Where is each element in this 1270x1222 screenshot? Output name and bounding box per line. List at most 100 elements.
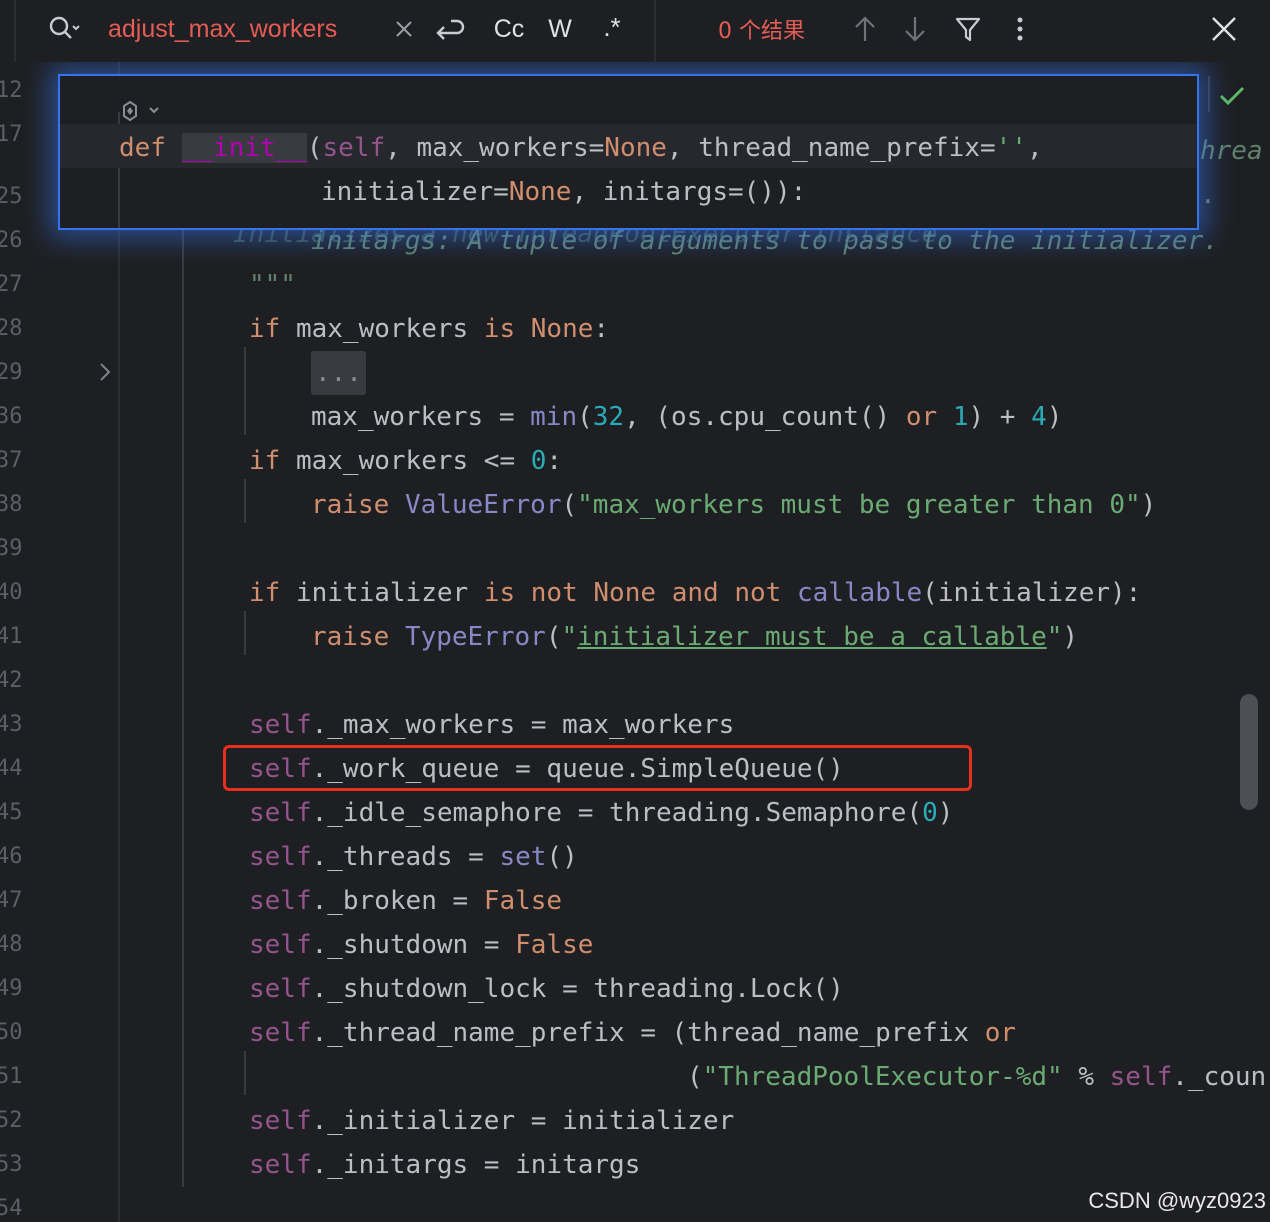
inspection-divider bbox=[1208, 76, 1210, 112]
new-line-icon[interactable] bbox=[430, 12, 468, 46]
line-number-gutter[interactable]: 12 17 25 26 27 28 29 36 37 38 39 40 41 4… bbox=[0, 62, 40, 1222]
keyword: if bbox=[249, 578, 281, 608]
code-line-45: self._idle_semaphore = threading.Semapho… bbox=[249, 791, 953, 835]
code-text: ( bbox=[545, 622, 562, 652]
builtin: callable bbox=[796, 578, 923, 608]
line-number: 25 bbox=[0, 184, 23, 209]
string: '' bbox=[995, 133, 1027, 163]
line-number: 27 bbox=[0, 272, 23, 297]
vertical-scrollbar-thumb[interactable] bbox=[1240, 694, 1258, 810]
code-text: , bbox=[1026, 133, 1043, 163]
self-keyword: self bbox=[249, 1106, 312, 1136]
code-text: ) bbox=[1046, 402, 1063, 432]
line-number: 45 bbox=[0, 800, 23, 825]
code-text: , (os.cpu_count() bbox=[624, 402, 906, 432]
match-case-icon[interactable]: Cc bbox=[486, 12, 532, 46]
line-number: 39 bbox=[0, 536, 23, 561]
code-text: , initargs=()): bbox=[571, 177, 807, 207]
self-keyword: self bbox=[249, 974, 312, 1004]
indent-guide bbox=[182, 202, 184, 1187]
code-line-37: if max_workers <= 0: bbox=[249, 439, 562, 483]
code-text: % bbox=[1062, 1062, 1110, 1092]
filter-icon[interactable] bbox=[950, 12, 986, 46]
line-number: 26 bbox=[0, 228, 23, 253]
number: 32 bbox=[592, 402, 625, 432]
clear-icon[interactable] bbox=[390, 12, 418, 46]
more-options-icon[interactable] bbox=[1004, 12, 1036, 46]
code-text: ._shutdown = bbox=[311, 930, 516, 960]
code-text: ) bbox=[1140, 490, 1157, 520]
string: " bbox=[1046, 622, 1063, 652]
sticky-code-line-1: def __init__(self, max_workers=None, thr… bbox=[119, 126, 1043, 170]
line-number: 54 bbox=[0, 1196, 23, 1221]
watermark: CSDN @wyz0923 bbox=[1088, 1188, 1266, 1213]
builtin: set bbox=[499, 842, 547, 872]
sticky-header-popup[interactable]: def __init__(self, max_workers=None, thr… bbox=[58, 74, 1199, 230]
line-number: 53 bbox=[0, 1152, 23, 1177]
self-keyword: self bbox=[249, 930, 312, 960]
code-editor[interactable]: 12 17 25 26 27 28 29 36 37 38 39 40 41 4… bbox=[0, 62, 1270, 1222]
number: 0 bbox=[922, 798, 938, 828]
line-number: 28 bbox=[0, 316, 23, 341]
keyword: raise bbox=[311, 622, 390, 652]
string: " bbox=[561, 622, 578, 652]
code-text: ( bbox=[561, 490, 578, 520]
code-line-49: self._shutdown_lock = threading.Lock() bbox=[249, 967, 844, 1011]
code-text: ._broken = bbox=[311, 886, 484, 916]
regex-icon[interactable]: .* bbox=[590, 10, 634, 44]
code-text: ._max_workers = max_workers bbox=[311, 710, 735, 740]
keyword: False bbox=[515, 930, 594, 960]
code-line-27: """ bbox=[249, 270, 296, 300]
inspection-ok-icon[interactable] bbox=[1212, 76, 1252, 116]
number: 0 bbox=[530, 446, 547, 476]
code-line-38: raise ValueError("max_workers must be gr… bbox=[311, 483, 1156, 527]
keyword: is bbox=[483, 578, 516, 608]
close-icon[interactable] bbox=[1204, 10, 1244, 48]
code-text: ._shutdown_lock = threading.Lock() bbox=[311, 974, 844, 1004]
line-number: 40 bbox=[0, 580, 23, 605]
number: 4 bbox=[1031, 402, 1047, 432]
code-text: max_workers bbox=[280, 314, 484, 344]
search-input[interactable]: adjust_max_workers bbox=[108, 12, 337, 46]
code-text: ._initargs = initargs bbox=[311, 1150, 641, 1180]
code-text: ._threads = bbox=[311, 842, 500, 872]
code-text: ._coun bbox=[1172, 1062, 1267, 1092]
expand-fold-icon[interactable] bbox=[96, 360, 116, 386]
number: 1 bbox=[952, 402, 969, 432]
builtin: ValueError bbox=[404, 490, 562, 520]
code-line-43: self._max_workers = max_workers bbox=[249, 703, 734, 747]
code-text: ( bbox=[687, 1062, 703, 1092]
words-icon[interactable]: W bbox=[540, 12, 580, 46]
line-number: 48 bbox=[0, 932, 23, 957]
search-history-icon[interactable] bbox=[44, 12, 84, 46]
prev-occurrence-icon[interactable] bbox=[848, 12, 882, 46]
sticky-code-line-2: initializer=None, initargs=()): bbox=[321, 170, 806, 214]
code-text: : bbox=[546, 446, 563, 476]
line-number: 42 bbox=[0, 668, 23, 693]
self-keyword: self bbox=[249, 1018, 312, 1048]
keyword: not bbox=[530, 578, 578, 608]
indent-guide bbox=[244, 1051, 246, 1095]
results-count: 0 个结果 bbox=[718, 19, 805, 44]
next-occurrence-icon[interactable] bbox=[898, 12, 932, 46]
line-number: 52 bbox=[0, 1108, 23, 1133]
line-number: 36 bbox=[0, 404, 23, 429]
line-number: 46 bbox=[0, 844, 23, 869]
search-divider bbox=[654, 0, 656, 62]
folded-code-placeholder[interactable]: ... bbox=[311, 351, 366, 395]
keyword: if bbox=[249, 314, 281, 344]
keyword: False bbox=[483, 886, 563, 916]
indent-guide bbox=[244, 611, 246, 655]
keyword: None bbox=[593, 578, 657, 608]
code-text: max_workers <= bbox=[280, 446, 531, 476]
builtin: TypeError bbox=[404, 622, 546, 652]
function-name: __init__ bbox=[181, 133, 307, 163]
annotation-highlight-box bbox=[223, 745, 972, 791]
line-number: 29 bbox=[0, 360, 23, 385]
keyword: None bbox=[604, 133, 667, 163]
indent-guide bbox=[244, 479, 246, 523]
code-text: , max_workers= bbox=[385, 133, 605, 163]
keyword: is bbox=[483, 314, 516, 344]
string: "ThreadPoolExecutor-%d" bbox=[702, 1062, 1063, 1092]
